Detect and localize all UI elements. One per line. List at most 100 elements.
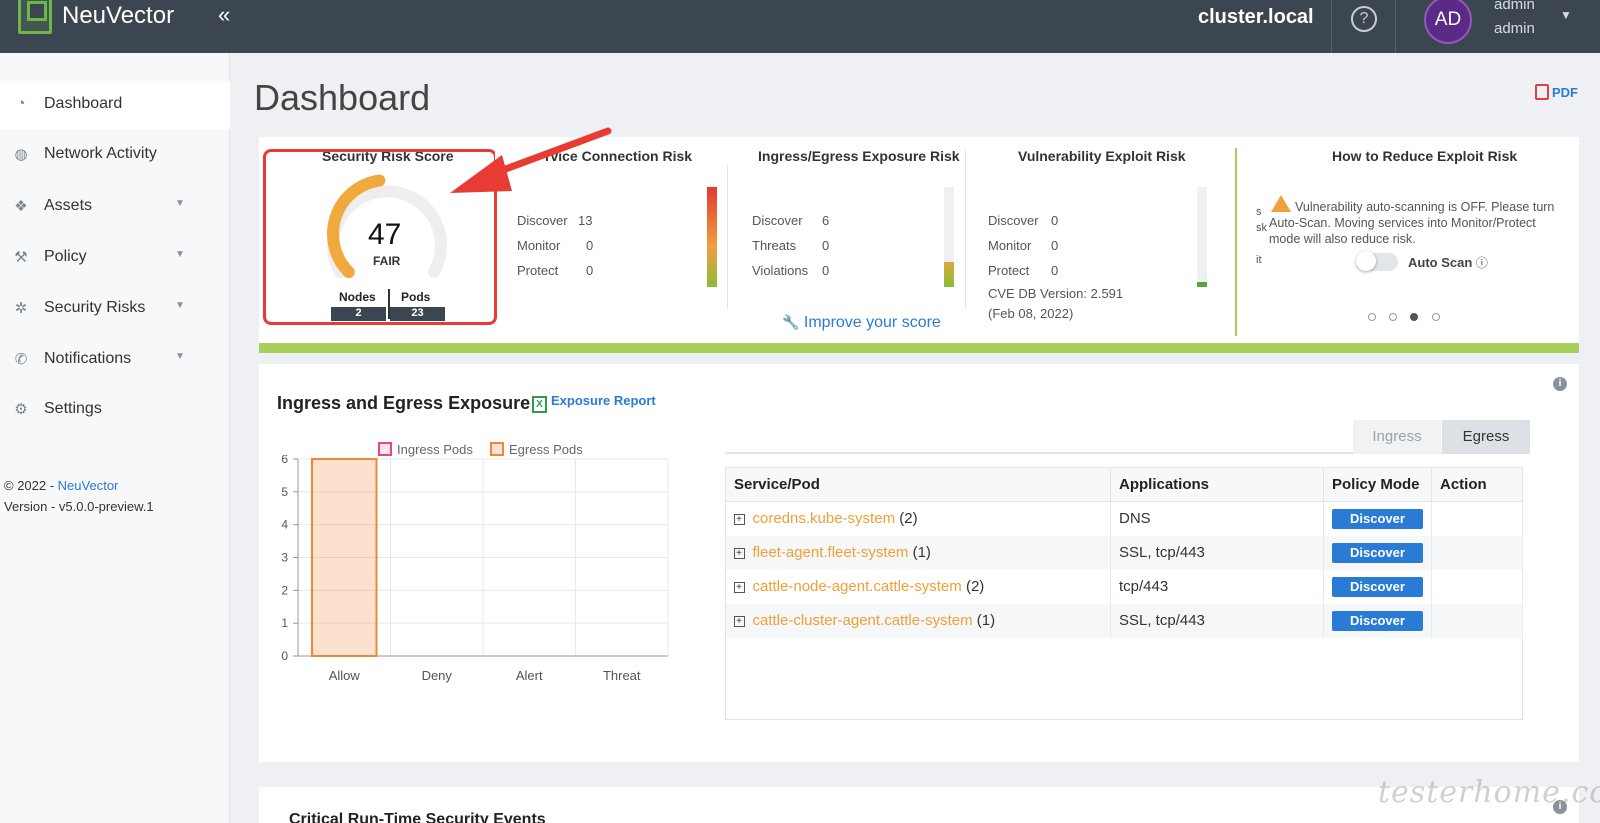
exposure-report-label: Exposure Report (551, 393, 656, 408)
ingress-threats-value: 0 (822, 238, 830, 253)
service-discover-value: 13 (578, 213, 593, 228)
table-row[interactable]: + cattle-cluster-agent.cattle-system (1) … (725, 603, 1523, 638)
collapse-sidebar-icon[interactable]: « (218, 2, 230, 28)
sidebar-item-assets[interactable]: ❖ Assets ▼ (0, 183, 230, 231)
auto-scan-label: Auto Scan ⓘ (1408, 254, 1488, 271)
policy-mode-cell: Discover (1323, 603, 1432, 638)
service-link[interactable]: coredns.kube-system (753, 510, 896, 527)
pdf-file-icon (1535, 84, 1549, 100)
carousel-dot-1[interactable] (1368, 313, 1376, 321)
x-tick-label: Allow (329, 668, 361, 683)
avatar[interactable]: AD (1424, 0, 1472, 44)
sidebar-item-security-risks[interactable]: ✲ Security Risks ▼ (0, 285, 230, 333)
pdf-label: PDF (1552, 85, 1578, 100)
expand-icon[interactable]: + (733, 548, 745, 559)
divider (1331, 0, 1332, 53)
help-icon[interactable]: ? (1351, 6, 1377, 32)
expand-icon[interactable]: + (733, 616, 745, 627)
expand-icon[interactable]: + (733, 514, 745, 526)
auto-scan-toggle[interactable] (1356, 251, 1398, 271)
table-row[interactable]: + fleet-agent.fleet-system (1) SSL, tcp/4… (725, 535, 1523, 570)
col-service-pod[interactable]: Service/Pod (725, 467, 1111, 502)
action-cell (1431, 535, 1523, 570)
sidebar-item-label: Dashboard (44, 95, 123, 112)
copyright-text: © 2022 - (4, 478, 58, 493)
chevron-down-icon[interactable]: ▼ (1560, 8, 1572, 22)
ingress-threats-label: Threats (752, 238, 797, 253)
applications-cell: DNS (1110, 501, 1324, 536)
service-link[interactable]: cattle-cluster-agent.cattle-system (753, 612, 973, 629)
improve-score-label: Improve your score (803, 314, 941, 331)
pod-count: (2) (899, 510, 918, 528)
col-applications[interactable]: Applications (1110, 467, 1324, 502)
sidebar-item-network-activity[interactable]: ◍ Network Activity (0, 131, 230, 179)
carousel-cut-text: s (1256, 206, 1262, 218)
vuln-protect-value: 0 (1051, 263, 1059, 278)
y-tick-label: 2 (281, 583, 288, 597)
wrench-icon: ⚙ (14, 401, 28, 418)
ingress-discover-value: 6 (822, 213, 830, 228)
divider (727, 150, 728, 310)
applications-cell: tcp/443 (1110, 569, 1324, 604)
neuvector-logo-icon (18, 0, 52, 34)
ingress-egress-risk-title: Ingress/Egress Exposure Risk (758, 148, 960, 164)
vuln-risk-fill (1197, 282, 1207, 287)
sidebar-item-label: Security Risks (44, 299, 146, 316)
brand-name: NeuVector (62, 2, 175, 29)
policy-mode-badge[interactable]: Discover (1332, 542, 1423, 563)
user-name[interactable]: admin (1494, 0, 1535, 13)
sidebar-item-settings[interactable]: ⚙ Settings (0, 386, 230, 434)
col-action[interactable]: Action (1431, 467, 1523, 502)
vuln-discover-value: 0 (1051, 213, 1059, 228)
user-role[interactable]: admin (1494, 20, 1535, 37)
sidebar-item-dashboard[interactable]: ◔ Dashboard (0, 81, 230, 129)
info-icon[interactable]: ⓘ (1476, 256, 1488, 270)
service-cell: + fleet-agent.fleet-system (1) (725, 535, 1111, 570)
divider (1235, 148, 1237, 336)
divider (1395, 0, 1396, 53)
top-bar: NeuVector « cluster.local ? AD admin adm… (0, 0, 1600, 53)
cluster-name[interactable]: cluster.local (1198, 6, 1314, 29)
y-tick-label: 6 (281, 455, 288, 466)
carousel-dot-3[interactable] (1410, 313, 1418, 321)
pod-count: (2) (965, 578, 985, 595)
neuvector-link[interactable]: NeuVector (58, 478, 119, 493)
service-protect-label: Protect (517, 263, 559, 278)
expand-icon[interactable]: + (733, 582, 745, 593)
table-row[interactable]: + cattle-node-agent.cattle-system (2) tcp… (725, 569, 1523, 604)
sidebar-item-policy[interactable]: ⚒ Policy ▼ (0, 234, 230, 282)
col-policy-mode[interactable]: Policy Mode (1323, 467, 1432, 502)
carousel-dot-4[interactable] (1432, 313, 1440, 321)
service-cell: + cattle-node-agent.cattle-system (2) (725, 569, 1111, 604)
carousel-dot-2[interactable] (1389, 313, 1397, 321)
policy-mode-badge[interactable]: Discover (1332, 576, 1423, 597)
info-icon[interactable]: i (1553, 377, 1567, 391)
globe-icon: ◍ (14, 146, 28, 163)
sidebar-item-label: Assets (44, 197, 93, 214)
table-row[interactable]: + coredns.kube-system (2) DNS Discover (725, 501, 1523, 536)
policy-mode-badge[interactable]: Discover (1332, 508, 1423, 529)
chevron-down-icon: ▼ (175, 300, 185, 311)
tab-ingress[interactable]: Ingress (1353, 420, 1441, 454)
applications-cell: SSL, tcp/443 (1110, 535, 1324, 570)
cve-db-date: (Feb 08, 2022) (988, 306, 1074, 321)
vuln-monitor-label: Monitor (988, 238, 1032, 253)
table-header-row: Service/Pod Applications Policy Mode Act… (725, 467, 1523, 502)
service-risk-bar (707, 187, 717, 287)
sidebar-item-notifications[interactable]: ✆ Notifications ▼ (0, 336, 230, 384)
service-link[interactable]: fleet-agent.fleet-system (753, 544, 909, 561)
action-cell (1431, 569, 1523, 604)
service-link[interactable]: cattle-node-agent.cattle-system (753, 578, 962, 595)
improve-score-link[interactable]: 🔧 Improve your score (782, 314, 941, 332)
sidebar-item-label: Network Activity (44, 145, 157, 162)
tab-egress[interactable]: Egress (1442, 420, 1530, 454)
x-tick-label: Alert (516, 668, 543, 683)
pdf-button[interactable]: PDF (1535, 84, 1578, 100)
exposure-report-button[interactable]: X Exposure Report (532, 393, 656, 413)
carousel-cut-text: sk (1256, 222, 1267, 234)
chevron-down-icon: ▼ (175, 198, 185, 209)
wrench-icon: 🔧 (782, 314, 800, 330)
policy-mode-badge[interactable]: Discover (1332, 610, 1423, 631)
copyright: © 2022 - NeuVector (4, 478, 118, 493)
runtime-events-title: Critical Run-Time Security Events (289, 811, 546, 823)
